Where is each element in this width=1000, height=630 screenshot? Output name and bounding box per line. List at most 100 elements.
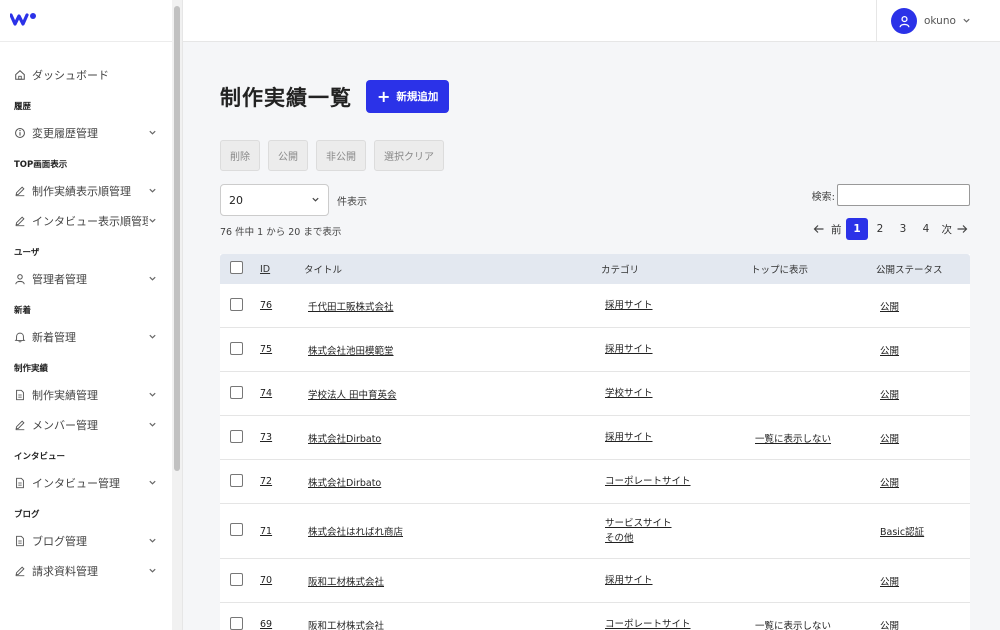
row-title-link[interactable]: 学校法人 田中育英会 [308,390,397,401]
add-new-label: 新規追加 [396,91,439,103]
next-page-link[interactable]: 次 [942,222,953,237]
user-menu[interactable]: okuno [876,0,971,42]
sidebar-item-label: メンバー管理 [32,419,98,432]
page-link-2[interactable]: 2 [869,218,891,240]
page-length-select[interactable]: 20 [220,184,329,216]
row-title-link[interactable]: 株式会社はればれ商店 [308,527,403,538]
delete-button[interactable]: 削除 [220,140,260,171]
row-status-link[interactable]: 公開 [880,346,899,357]
column-top: トップに表示 [751,265,809,276]
table-row: 75 株式会社池田模範堂 採用サイト 公開 [220,328,970,372]
sidebar-item[interactable]: ダッシュボード [0,60,172,90]
row-checkbox[interactable] [230,572,243,586]
document-icon [14,389,26,401]
row-id-link[interactable]: 69 [260,619,272,630]
row-status-link[interactable]: 公開 [880,577,899,588]
sidebar-item-label: 制作実績表示順管理 [32,185,131,198]
sidebar-item[interactable]: 管理者管理 [0,264,172,294]
row-id-link[interactable]: 75 [260,344,272,355]
arrow-right-icon[interactable] [956,222,970,236]
page-length-value: 20 [229,193,243,207]
document-icon [14,535,26,547]
row-title-link[interactable]: 株式会社Dirbato [308,478,381,489]
row-status-link[interactable]: 公開 [880,621,899,630]
category-link[interactable]: コーポレートサイト [605,474,751,489]
row-title-link[interactable]: 株式会社池田模範堂 [308,346,394,357]
page-link-1[interactable]: 1 [846,218,868,240]
row-id-link[interactable]: 70 [260,575,272,586]
row-status-link[interactable]: 公開 [880,302,899,313]
works-table: ID タイトル カテゴリ トップに表示 公開ステータス 76 千代田工販株式会社採… [220,254,970,630]
row-status-link[interactable]: Basic認証 [880,527,924,538]
row-checkbox[interactable] [230,297,243,311]
row-checkbox[interactable] [230,616,243,630]
row-id-link[interactable]: 71 [260,526,272,537]
row-checkbox[interactable] [230,429,243,443]
category-link[interactable]: 採用サイト [605,342,751,357]
table-row: 74 学校法人 田中育英会 学校サイト 公開 [220,372,970,416]
sidebar-item[interactable]: 新着管理 [0,322,172,352]
sidebar-item-label: インタビュー管理 [32,477,120,490]
row-id-link[interactable]: 76 [260,300,272,311]
row-title-link[interactable]: 株式会社Dirbato [308,434,381,445]
scrollbar-thumb[interactable] [174,6,180,471]
user-icon [14,273,26,285]
page-link-4[interactable]: 4 [915,218,937,240]
row-top-link[interactable]: 一覧に表示しない [755,434,831,445]
row-checkbox[interactable] [230,385,243,399]
avatar[interactable] [891,8,917,34]
sidebar-item-label: ブログ管理 [32,535,87,548]
sidebar-item[interactable]: 変更履歴管理 [0,118,172,148]
chevron-down-icon [148,478,158,488]
row-title-link[interactable]: 阪和工材株式会社 [308,621,384,630]
category-link[interactable]: サービスサイト [605,516,751,531]
row-title-link[interactable]: 阪和工材株式会社 [308,577,384,588]
sidebar-item[interactable]: 請求資料管理 [0,556,172,586]
category-link[interactable]: 採用サイト [605,298,751,313]
row-top-link[interactable]: 一覧に表示しない [755,621,831,630]
row-checkbox[interactable] [230,341,243,355]
sidebar-item-label: 制作実績管理 [32,389,98,402]
search-input[interactable] [837,184,970,206]
column-id[interactable]: ID [260,264,270,275]
username: okuno [924,15,956,27]
sidebar-section-heading: TOP画面表示 [14,160,68,170]
row-status-link[interactable]: 公開 [880,434,899,445]
row-checkbox[interactable] [230,473,243,487]
chevron-down-icon [311,194,320,207]
sidebar-nav: ダッシュボード 履歴 変更履歴管理 TOP画面表示 制作実績表示順管理 インタビュー表示順… [0,42,172,586]
sidebar-item[interactable]: 制作実績管理 [0,380,172,410]
table-row: 69 阪和工材株式会社 コーポレートサイト 一覧に表示しない 公開 [220,603,970,630]
publish-button[interactable]: 公開 [268,140,308,171]
sidebar-item-label: 請求資料管理 [32,565,98,578]
sidebar-item[interactable]: メンバー管理 [0,410,172,440]
row-id-link[interactable]: 73 [260,432,272,443]
row-status-link[interactable]: 公開 [880,478,899,489]
row-title-link[interactable]: 千代田工販株式会社 [308,302,394,313]
category-link[interactable]: 採用サイト [605,573,751,588]
prev-page-link[interactable]: 前 [831,222,842,237]
row-checkbox[interactable] [230,523,243,536]
row-status-link[interactable]: 公開 [880,390,899,401]
table-row: 73 株式会社Dirbato 採用サイト 一覧に表示しない 公開 [220,416,970,460]
clear-selection-button[interactable]: 選択クリア [374,140,444,171]
sidebar-scrollbar[interactable] [172,0,182,630]
category-link[interactable]: 採用サイト [605,430,751,445]
page-title: 制作実績一覧 [220,85,352,110]
category-link[interactable]: コーポレートサイト [605,617,751,630]
sidebar-item[interactable]: 制作実績表示順管理 [0,176,172,206]
sidebar-item[interactable]: ブログ管理 [0,526,172,556]
sidebar-item[interactable]: インタビュー表示順管理 [0,206,172,236]
page-link-3[interactable]: 3 [892,218,914,240]
arrow-left-icon[interactable] [813,222,827,236]
row-id-link[interactable]: 74 [260,388,272,399]
logo-icon[interactable] [9,12,38,29]
category-link[interactable]: その他 [605,531,751,546]
select-all-checkbox[interactable] [230,261,243,274]
category-link[interactable]: 学校サイト [605,386,751,401]
row-id-link[interactable]: 72 [260,476,272,487]
unpublish-button[interactable]: 非公開 [316,140,366,171]
sidebar-item[interactable]: インタビュー管理 [0,468,172,498]
sidebar-section-heading: ブログ [14,510,40,520]
add-new-button[interactable]: + 新規追加 [366,80,450,113]
